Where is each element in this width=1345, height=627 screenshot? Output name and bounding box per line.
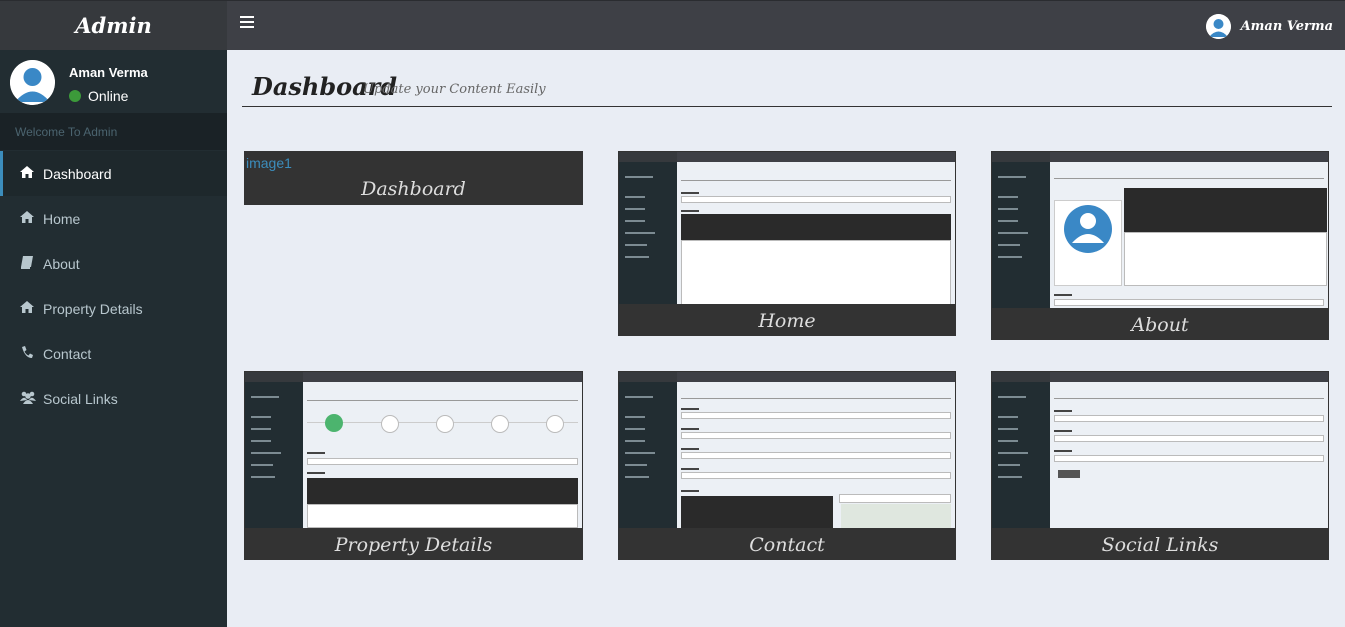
sidebar-item-label: Contact xyxy=(43,345,92,362)
topbar-user-name: Aman Verma xyxy=(1240,18,1333,34)
status-indicator: Online xyxy=(69,88,128,104)
avatar xyxy=(10,60,55,105)
user-menu[interactable]: Aman Verma xyxy=(1205,13,1333,39)
sidebar-header: Welcome To Admin xyxy=(0,113,227,150)
brand-logo[interactable]: Admin xyxy=(0,1,227,50)
sidebar: Aman Verma Online Welcome To Admin Dashb… xyxy=(0,50,227,627)
card-caption: Social Links xyxy=(1101,534,1219,556)
sidebar-item-social-links[interactable]: Social Links xyxy=(0,376,227,421)
sidebar-item-label: About xyxy=(43,255,80,272)
sidebar-item-home[interactable]: Home xyxy=(0,196,227,241)
book-icon xyxy=(20,255,34,272)
card-caption: Contact xyxy=(749,534,825,556)
page-subtitle: Update your Content Easily xyxy=(363,82,546,97)
home-icon xyxy=(20,166,34,181)
card-about[interactable]: About xyxy=(991,151,1329,340)
content-header: Dashboard Update your Content Easily xyxy=(242,68,1332,107)
top-navbar: Admin Aman Verma xyxy=(0,0,1345,50)
preview-image xyxy=(992,372,1328,528)
sidebar-item-label: Home xyxy=(43,210,81,227)
online-dot-icon xyxy=(69,90,81,102)
sidebar-item-label: Social Links xyxy=(43,390,118,407)
sidebar-item-label: Dashboard xyxy=(43,165,112,182)
preview-image xyxy=(619,372,955,528)
sidebar-user-name: Aman Verma xyxy=(69,65,148,80)
users-icon xyxy=(20,391,36,407)
card-social-links[interactable]: Social Links xyxy=(991,371,1329,560)
status-label: Online xyxy=(88,88,129,104)
sidebar-item-label: Property Details xyxy=(43,300,143,317)
card-property-details[interactable]: Property Details xyxy=(244,371,583,560)
image-alt-text: image1 xyxy=(246,155,292,171)
sidebar-item-dashboard[interactable]: Dashboard xyxy=(0,151,227,196)
preview-image xyxy=(245,372,582,528)
home-icon xyxy=(20,211,34,226)
menu-toggle-icon[interactable] xyxy=(240,16,254,30)
sidebar-menu: Dashboard Home About Property Details Co… xyxy=(0,151,227,421)
card-caption: Home xyxy=(758,310,816,332)
card-contact[interactable]: Contact xyxy=(618,371,956,560)
user-panel: Aman Verma Online xyxy=(0,50,227,113)
avatar xyxy=(1205,13,1231,39)
card-caption: Property Details xyxy=(334,534,493,556)
card-caption: About xyxy=(1131,314,1189,336)
card-caption: Dashboard xyxy=(361,178,466,200)
home-icon xyxy=(20,301,34,316)
preview-image xyxy=(619,152,955,304)
phone-icon xyxy=(20,345,34,362)
card-home[interactable]: Home xyxy=(618,151,956,336)
sidebar-item-contact[interactable]: Contact xyxy=(0,331,227,376)
sidebar-item-property-details[interactable]: Property Details xyxy=(0,286,227,331)
preview-image xyxy=(992,152,1328,308)
card-dashboard[interactable]: image1 Dashboard xyxy=(244,151,583,205)
sidebar-item-about[interactable]: About xyxy=(0,241,227,286)
